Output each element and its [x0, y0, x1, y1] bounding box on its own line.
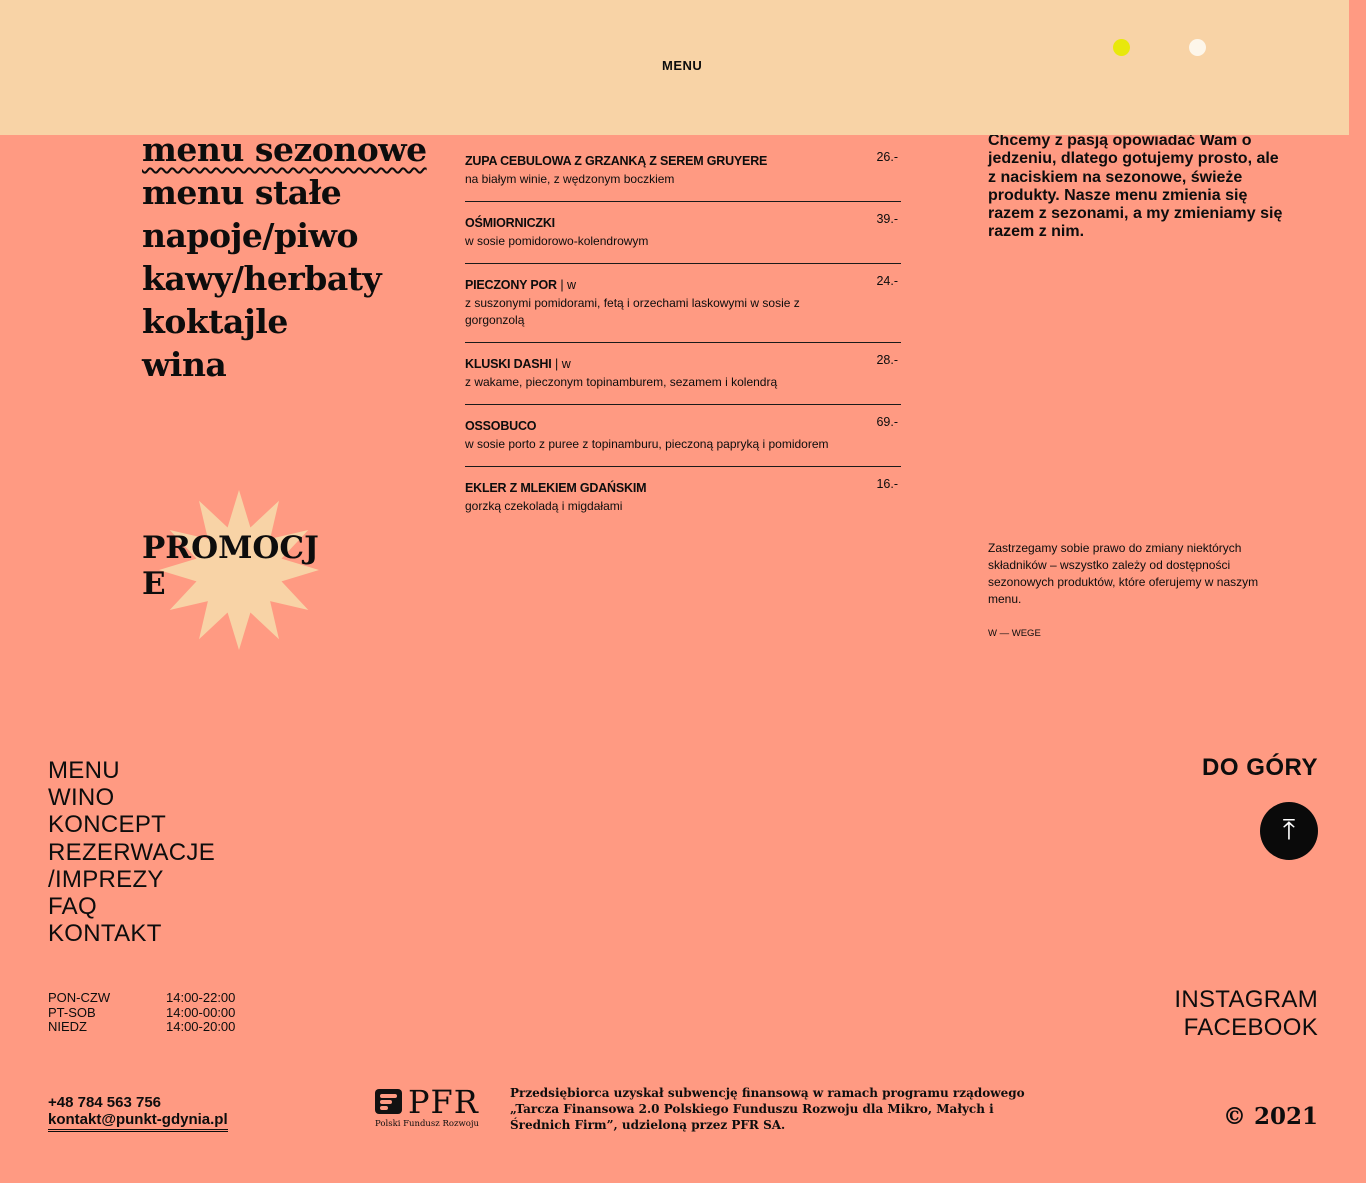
footer-link-faq[interactable]: FAQ	[48, 893, 215, 920]
pfr-mark-icon	[375, 1089, 402, 1114]
legend-wege: W — WEGE	[988, 628, 1041, 639]
dish-name: ZUPA CEBULOWA Z GRZANKĄ Z SEREM GRUYERE	[465, 154, 768, 168]
hours-row: NIEDZ 14:00-20:00	[48, 1019, 236, 1035]
back-to-top-button[interactable]: ⤒	[1260, 802, 1318, 860]
dish-list: ZUPA CEBULOWA Z GRZANKĄ Z SEREM GRUYERE …	[465, 140, 901, 528]
hours-time: 14:00-20:00	[166, 1019, 236, 1034]
theme-dot-light[interactable]	[1189, 39, 1206, 56]
grant-notice: Przedsiębiorca uzyskał subwencję finanso…	[510, 1086, 1025, 1132]
hours-time: 14:00-00:00	[166, 1004, 236, 1020]
hours-day: PON-CZW	[48, 990, 111, 1005]
dish-item: KLUSKI DASHI | w z wakame, pieczonym top…	[465, 343, 901, 405]
dish-price: 39.-	[876, 212, 898, 226]
dish-name: KLUSKI DASHI	[465, 357, 552, 371]
hours-time: 14:00-22:00	[166, 990, 236, 1005]
dish-price: 24.-	[876, 274, 898, 288]
category-menu-stale[interactable]: menu stałe	[142, 171, 427, 214]
facebook-link[interactable]: FACEBOOK	[1174, 1014, 1318, 1042]
category-koktajle[interactable]: koktajle	[142, 300, 427, 343]
phone-number[interactable]: +48 784 563 756	[48, 1094, 228, 1111]
social-links: INSTAGRAM FACEBOOK	[1174, 986, 1318, 1041]
site-header: MENU	[0, 0, 1349, 135]
arrow-up-icon: ⤒	[1282, 814, 1296, 845]
footer-link-menu[interactable]: MENU	[48, 757, 215, 784]
menu-category-nav: menu sezonowe menu stałe napoje/piwo kaw…	[142, 128, 427, 386]
dish-name: OŚMIORNICZKI	[465, 216, 555, 230]
dish-description: gorzką czekoladą i migdałami	[465, 499, 623, 513]
email-link[interactable]: kontakt@punkt-gdynia.pl	[48, 1111, 228, 1132]
hours-row: PON-CZW 14:00-22:00	[48, 990, 236, 1006]
dish-name: PIECZONY POR	[465, 278, 557, 292]
dish-description: z suszonymi pomidorami, fetą i orzechami…	[465, 296, 800, 327]
hours-day: PT-SOB	[48, 1004, 96, 1020]
dish-tag: | w	[551, 357, 571, 371]
theme-dot-yellow[interactable]	[1113, 39, 1130, 56]
pfr-logo-subtitle: Polski Fundusz Rozwoju	[375, 1119, 479, 1129]
copyright: © 2021	[1222, 1103, 1318, 1130]
dish-item: PIECZONY POR | w z suszonymi pomidorami,…	[465, 264, 901, 343]
dish-item: EKLER Z MLEKIEM GDAŃSKIM gorzką czekolad…	[465, 467, 901, 528]
dish-price: 28.-	[876, 353, 898, 367]
instagram-link[interactable]: INSTAGRAM	[1174, 986, 1318, 1014]
contact-info: +48 784 563 756 kontakt@punkt-gdynia.pl	[48, 1094, 228, 1132]
dish-item: OSSOBUCO w sosie porto z puree z topinam…	[465, 405, 901, 467]
category-napoje-piwo[interactable]: napoje/piwo	[142, 214, 427, 257]
footer-link-rezerwacje[interactable]: REZERWACJE	[48, 839, 215, 866]
dish-description: w sosie pomidorowo-kolendrowym	[465, 234, 649, 248]
footer-nav: MENU WINO KONCEPT REZERWACJE /IMPREZY FA…	[48, 757, 215, 947]
dish-price: 26.-	[876, 150, 898, 164]
dish-description: w sosie porto z puree z topinamburu, pie…	[465, 437, 829, 451]
category-kawy-herbaty[interactable]: kawy/herbaty	[142, 257, 427, 300]
dish-price: 16.-	[876, 477, 898, 491]
footer-link-imprezy[interactable]: /IMPREZY	[48, 866, 215, 893]
hours-row: PT-SOB 14:00-00:00	[48, 1004, 236, 1021]
dish-description: z wakame, pieczonym topinamburem, sezame…	[465, 375, 778, 389]
footer-link-koncept[interactable]: KONCEPT	[48, 811, 215, 838]
dish-description: na białym winie, z wędzonym boczkiem	[465, 172, 675, 186]
hours-day: NIEDZ	[48, 1019, 87, 1034]
pfr-logo-text: PFR	[408, 1083, 479, 1121]
opening-hours: PON-CZW 14:00-22:00 PT-SOB 14:00-00:00 N…	[48, 990, 236, 1035]
category-wina[interactable]: wina	[142, 343, 427, 386]
pfr-logo: PFR Polski Fundusz Rozwoju	[375, 1083, 485, 1132]
footer-link-wino[interactable]: WINO	[48, 784, 215, 811]
dish-item: ZUPA CEBULOWA Z GRZANKĄ Z SEREM GRUYERE …	[465, 140, 901, 202]
dish-name: EKLER Z MLEKIEM GDAŃSKIM	[465, 481, 647, 495]
promo-badge[interactable]: PROMOCJE	[142, 488, 322, 653]
ingredients-note: Zastrzegamy sobie prawo do zmiany niektó…	[988, 541, 1259, 606]
dish-tag: | w	[556, 278, 577, 292]
header-menu-link[interactable]: MENU	[662, 58, 702, 73]
back-to-top-label[interactable]: DO GÓRY	[1202, 754, 1318, 782]
dish-name: OSSOBUCO	[465, 419, 537, 433]
footer-link-kontakt[interactable]: KONTAKT	[48, 920, 215, 947]
dish-price: 69.-	[876, 415, 898, 429]
promo-label: PROMOCJE	[142, 530, 319, 602]
dish-item: OŚMIORNICZKI w sosie pomidorowo-kolendro…	[465, 202, 901, 264]
intro-text: Chcemy z pasją opowiadać Wam o jedzeniu,…	[988, 132, 1283, 241]
